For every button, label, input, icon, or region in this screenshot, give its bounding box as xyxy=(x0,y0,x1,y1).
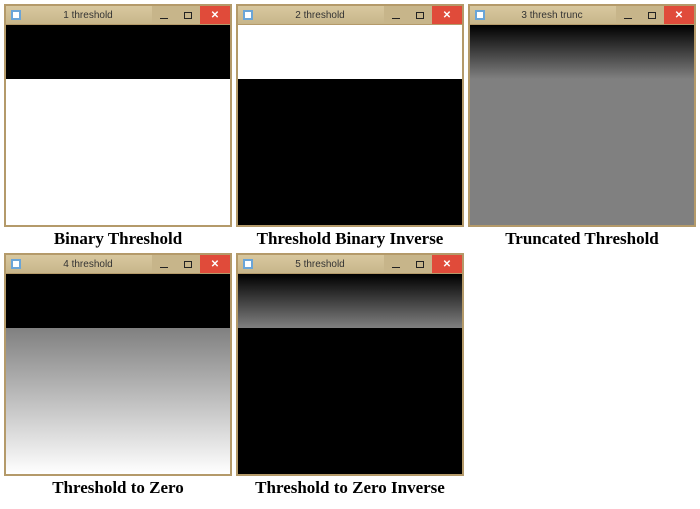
close-button[interactable]: ✕ xyxy=(432,6,462,24)
minimize-button[interactable] xyxy=(384,6,408,24)
maximize-icon xyxy=(416,12,424,19)
window-cell-3: 3 thresh trunc ✕ Truncated Threshold xyxy=(468,4,696,249)
maximize-button[interactable] xyxy=(408,6,432,24)
maximize-icon xyxy=(184,12,192,19)
close-button[interactable]: ✕ xyxy=(200,6,230,24)
window-cell-2: 2 threshold ✕ Threshold Binary Inverse xyxy=(236,4,464,249)
minimize-button[interactable] xyxy=(152,6,176,24)
maximize-icon xyxy=(648,12,656,19)
minimize-button[interactable] xyxy=(384,255,408,273)
maximize-button[interactable] xyxy=(640,6,664,24)
window-5: 5 threshold ✕ xyxy=(236,253,464,476)
window-title: 5 threshold xyxy=(256,255,384,273)
maximize-button[interactable] xyxy=(176,6,200,24)
threshold-region-gradient xyxy=(238,274,462,328)
window-2: 2 threshold ✕ xyxy=(236,4,464,227)
window-caption: Truncated Threshold xyxy=(505,229,659,249)
threshold-region-gradient xyxy=(6,328,230,474)
window-title: 3 thresh trunc xyxy=(488,6,616,24)
minimize-icon xyxy=(392,18,400,19)
window-controls: ✕ xyxy=(384,255,462,273)
minimize-button[interactable] xyxy=(616,6,640,24)
titlebar[interactable]: 2 threshold ✕ xyxy=(238,6,462,25)
window-4: 4 threshold ✕ xyxy=(4,253,232,476)
threshold-region-gradient xyxy=(470,25,694,79)
window-caption: Threshold to Zero Inverse xyxy=(255,478,445,498)
minimize-icon xyxy=(160,267,168,268)
image-viewport xyxy=(6,274,230,474)
window-cell-1: 1 threshold ✕ Binary Threshold xyxy=(4,4,232,249)
threshold-region-white xyxy=(238,25,462,79)
window-cell-5: 5 threshold ✕ Threshold to Zero Inverse xyxy=(236,253,464,498)
window-controls: ✕ xyxy=(152,6,230,24)
maximize-icon xyxy=(184,261,192,268)
window-caption: Threshold to Zero xyxy=(52,478,184,498)
app-icon xyxy=(238,6,256,24)
window-controls: ✕ xyxy=(384,6,462,24)
image-viewport xyxy=(6,25,230,225)
close-icon: ✕ xyxy=(443,10,451,21)
window-controls: ✕ xyxy=(152,255,230,273)
window-caption: Binary Threshold xyxy=(54,229,182,249)
minimize-button[interactable] xyxy=(152,255,176,273)
app-icon xyxy=(6,255,24,273)
maximize-button[interactable] xyxy=(176,255,200,273)
window-title: 4 threshold xyxy=(24,255,152,273)
window-title: 2 threshold xyxy=(256,6,384,24)
close-icon: ✕ xyxy=(211,10,219,21)
app-icon xyxy=(6,6,24,24)
close-button[interactable]: ✕ xyxy=(664,6,694,24)
close-icon: ✕ xyxy=(211,259,219,270)
threshold-region-black xyxy=(6,274,230,328)
minimize-icon xyxy=(624,18,632,19)
minimize-icon xyxy=(392,267,400,268)
window-caption: Threshold Binary Inverse xyxy=(257,229,444,249)
window-controls: ✕ xyxy=(616,6,694,24)
titlebar[interactable]: 3 thresh trunc ✕ xyxy=(470,6,694,25)
titlebar[interactable]: 4 threshold ✕ xyxy=(6,255,230,274)
windows-grid: 1 threshold ✕ Binary Threshold 2 thresho… xyxy=(4,4,696,498)
image-viewport xyxy=(238,25,462,225)
window-cell-4: 4 threshold ✕ Threshold to Zero xyxy=(4,253,232,498)
close-button[interactable]: ✕ xyxy=(200,255,230,273)
threshold-region-black xyxy=(6,25,230,79)
minimize-icon xyxy=(160,18,168,19)
titlebar[interactable]: 5 threshold ✕ xyxy=(238,255,462,274)
app-icon xyxy=(238,255,256,273)
window-3: 3 thresh trunc ✕ xyxy=(468,4,696,227)
window-1: 1 threshold ✕ xyxy=(4,4,232,227)
titlebar[interactable]: 1 threshold ✕ xyxy=(6,6,230,25)
close-icon: ✕ xyxy=(443,259,451,270)
maximize-icon xyxy=(416,261,424,268)
window-title: 1 threshold xyxy=(24,6,152,24)
app-icon xyxy=(470,6,488,24)
maximize-button[interactable] xyxy=(408,255,432,273)
image-viewport xyxy=(238,274,462,474)
close-button[interactable]: ✕ xyxy=(432,255,462,273)
image-viewport xyxy=(470,25,694,225)
close-icon: ✕ xyxy=(675,10,683,21)
